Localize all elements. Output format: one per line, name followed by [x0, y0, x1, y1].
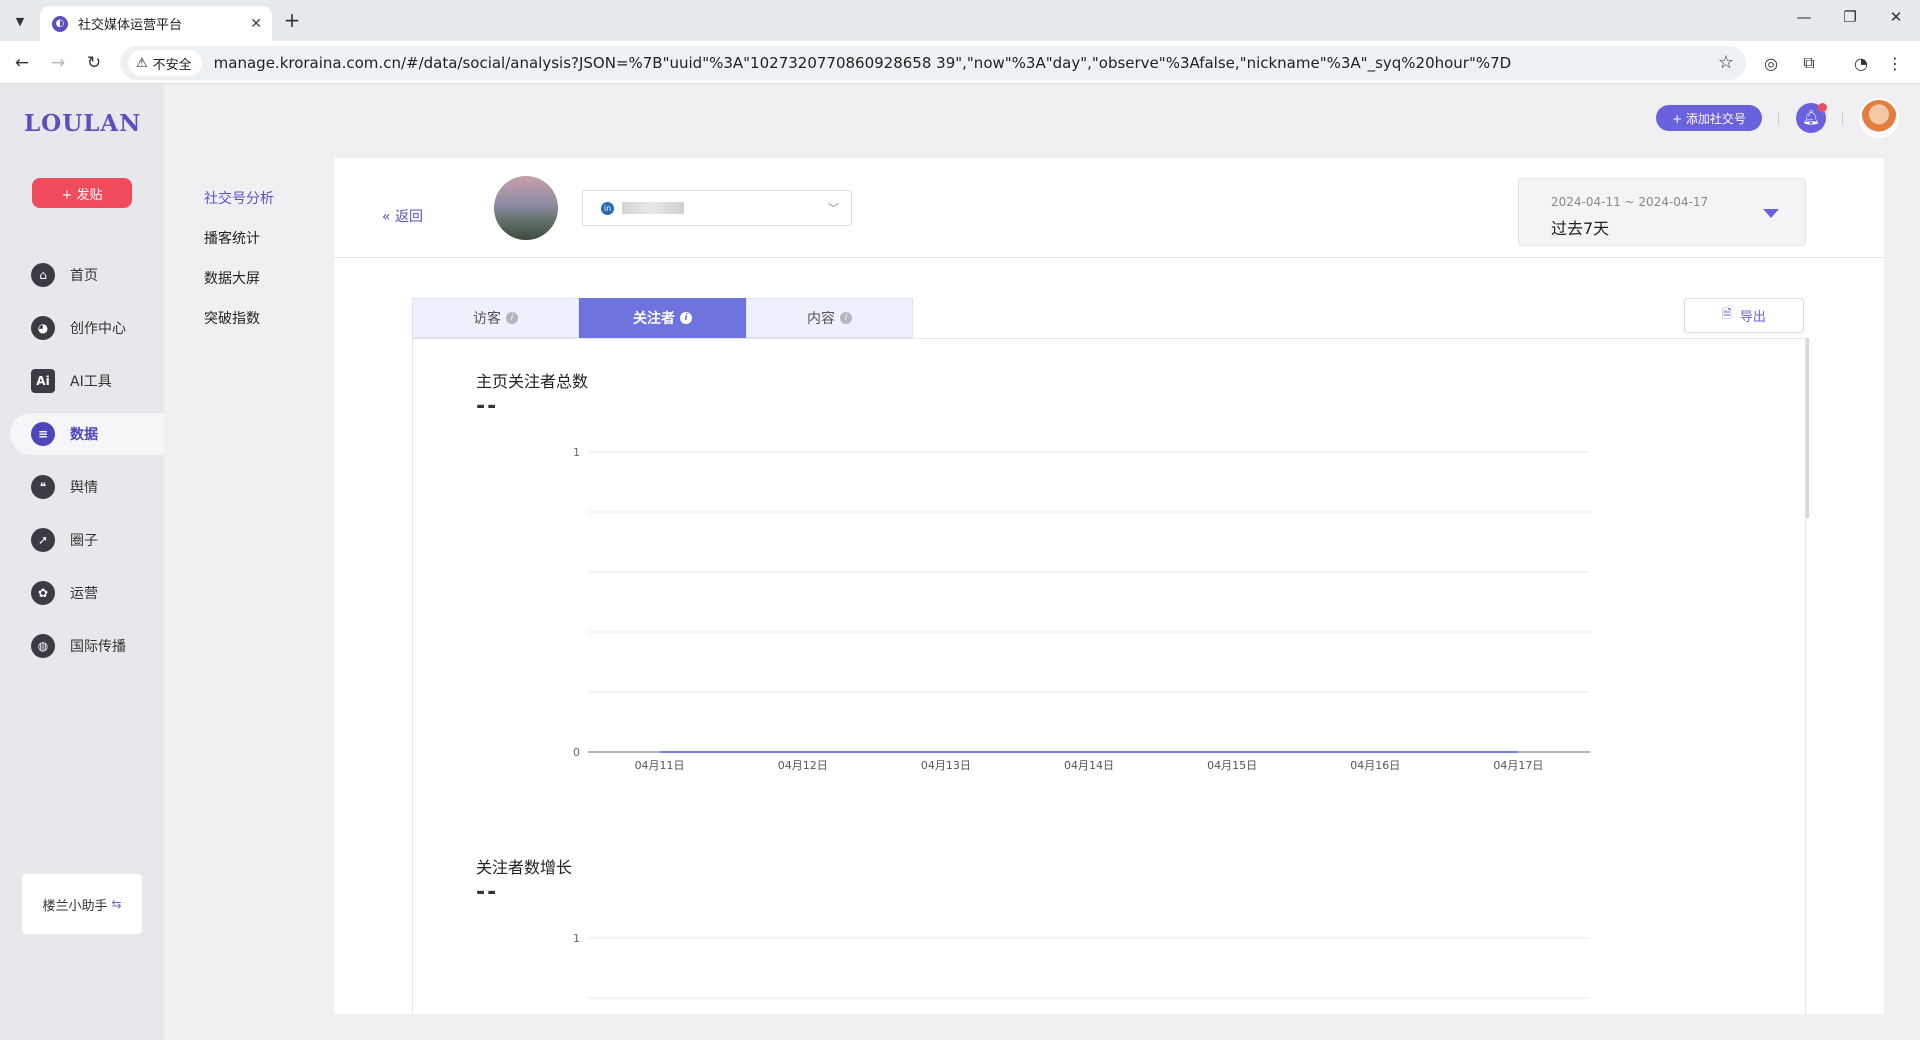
sidebar-item-international[interactable]: ◍ 国际传播	[10, 625, 164, 667]
subnav-podcast-stats[interactable]: 播客统计	[204, 228, 260, 248]
gear-icon: ✿	[30, 580, 56, 606]
sidebar-item-label: 数据	[70, 427, 98, 443]
y-tick-label: 0	[573, 746, 580, 759]
y-tick-label: 1	[573, 932, 580, 945]
sidebar-item-label: 运营	[70, 586, 98, 602]
sidebar-item-home[interactable]: ⌂ 首页	[10, 254, 164, 296]
back-nav-icon[interactable]: ←	[10, 51, 34, 75]
reload-icon[interactable]: ↻	[82, 51, 106, 75]
charts-svg: 1 0 04月11日 04月12日 04月13日 04月14日 04月15日 04月16日 04…	[573, 446, 1590, 999]
post-button[interactable]: + 发贴	[32, 178, 132, 208]
close-window-button[interactable]: ✕	[1882, 8, 1910, 26]
restore-button[interactable]: ❐	[1836, 8, 1864, 26]
browser-toolbar: ← → ↻ ⚠ 不安全 manage.kroraina.com.cn/#/dat…	[0, 41, 1920, 84]
main-panel: « 返回 in ﹀ 2024-04-11 ~ 2024-04-17 过去7天 访…	[334, 158, 1884, 1014]
switch-icon: ⇆	[111, 897, 122, 911]
compass-icon: ➚	[30, 527, 56, 553]
sidebar-item-creation[interactable]: ◕ 创作中心	[10, 307, 164, 349]
site-favicon-icon: ◐	[52, 15, 68, 32]
extensions-puzzle-icon[interactable]: ⧉	[1796, 50, 1822, 76]
sidebar-item-circle[interactable]: ➚ 圈子	[10, 519, 164, 561]
sidebar-item-operations[interactable]: ✿ 运营	[10, 572, 164, 614]
subnav-breakthrough-index[interactable]: 突破指数	[204, 308, 260, 328]
tab-list-button[interactable]: ▼	[8, 9, 32, 33]
sidebar-item-label: 圈子	[70, 533, 98, 549]
sidebar-item-label: 创作中心	[70, 321, 126, 337]
security-chip[interactable]: ⚠ 不安全	[128, 50, 202, 76]
database-icon: ≡	[30, 421, 56, 447]
security-label: 不安全	[152, 57, 192, 73]
logo: LOULAN	[24, 110, 142, 137]
browser-tab-bar: ▼ ◐ 社交媒体运营平台 ✕ + — ❐ ✕	[0, 0, 1920, 41]
sidebar-item-label: 首页	[70, 268, 98, 284]
quote-icon: ❝	[30, 474, 56, 500]
x-tick-label: 04月12日	[778, 759, 828, 772]
app-root: LOULAN + 发贴 ⌂ 首页 ◕ 创作中心 Ai AI工具 ≡ 数据 ❝ 舆…	[0, 84, 1920, 1040]
warning-icon: ⚠	[136, 55, 148, 71]
browser-menu-icon[interactable]: ⋮	[1882, 50, 1908, 76]
new-tab-button[interactable]: +	[280, 9, 304, 33]
tab-close-icon[interactable]: ✕	[250, 16, 262, 32]
tab-title: 社交媒体运营平台	[78, 18, 183, 33]
sidebar-item-ai-tools[interactable]: Ai AI工具	[10, 360, 164, 402]
forward-nav-icon[interactable]: →	[46, 51, 70, 75]
sidebar-item-label: 国际传播	[70, 639, 126, 655]
profile-icon[interactable]: ◔	[1848, 50, 1874, 76]
assistant-label: 楼兰小助手	[42, 898, 108, 914]
sidebar-item-data[interactable]: ≡ 数据	[10, 413, 164, 455]
subnav-data-screen[interactable]: 数据大屏	[204, 268, 260, 288]
x-tick-label: 04月15日	[1207, 759, 1257, 772]
x-tick-label: 04月17日	[1493, 759, 1543, 772]
sidebar: LOULAN + 发贴 ⌂ 首页 ◕ 创作中心 Ai AI工具 ≡ 数据 ❝ 舆…	[0, 84, 164, 1040]
x-tick-label: 04月14日	[1064, 759, 1114, 772]
palette-icon: ◕	[30, 315, 56, 341]
browser-tab[interactable]: ◐ 社交媒体运营平台 ✕	[40, 6, 272, 41]
add-social-account-button[interactable]: + 添加社交号	[1656, 105, 1762, 131]
extension-circle-icon[interactable]: ◎	[1758, 50, 1784, 76]
bookmark-star-icon[interactable]: ☆	[1718, 52, 1734, 73]
sidebar-item-label: AI工具	[70, 374, 112, 390]
minimize-button[interactable]: —	[1790, 8, 1818, 26]
subnav-social-analysis[interactable]: 社交号分析	[204, 188, 274, 208]
home-icon: ⌂	[30, 262, 56, 288]
y-tick-label: 1	[573, 446, 580, 459]
x-tick-label: 04月16日	[1350, 759, 1400, 772]
url-text[interactable]: manage.kroraina.com.cn/#/data/social/ana…	[214, 54, 1746, 72]
notification-dot	[1818, 103, 1827, 112]
assistant-button[interactable]: 楼兰小助手 ⇆	[22, 874, 142, 934]
user-avatar[interactable]	[1859, 98, 1899, 138]
divider	[1842, 112, 1843, 124]
address-bar[interactable]: ⚠ 不安全 manage.kroraina.com.cn/#/data/soci…	[120, 46, 1746, 80]
x-tick-label: 04月11日	[635, 759, 685, 772]
sidebar-item-sentiment[interactable]: ❝ 舆情	[10, 466, 164, 508]
x-tick-label: 04月13日	[921, 759, 971, 772]
globe-icon: ◍	[30, 633, 56, 659]
sidebar-item-label: 舆情	[70, 480, 98, 496]
sub-navigation: 社交号分析 播客统计 数据大屏 突破指数	[164, 84, 334, 1040]
ai-icon: Ai	[30, 368, 56, 394]
divider	[1778, 112, 1779, 124]
